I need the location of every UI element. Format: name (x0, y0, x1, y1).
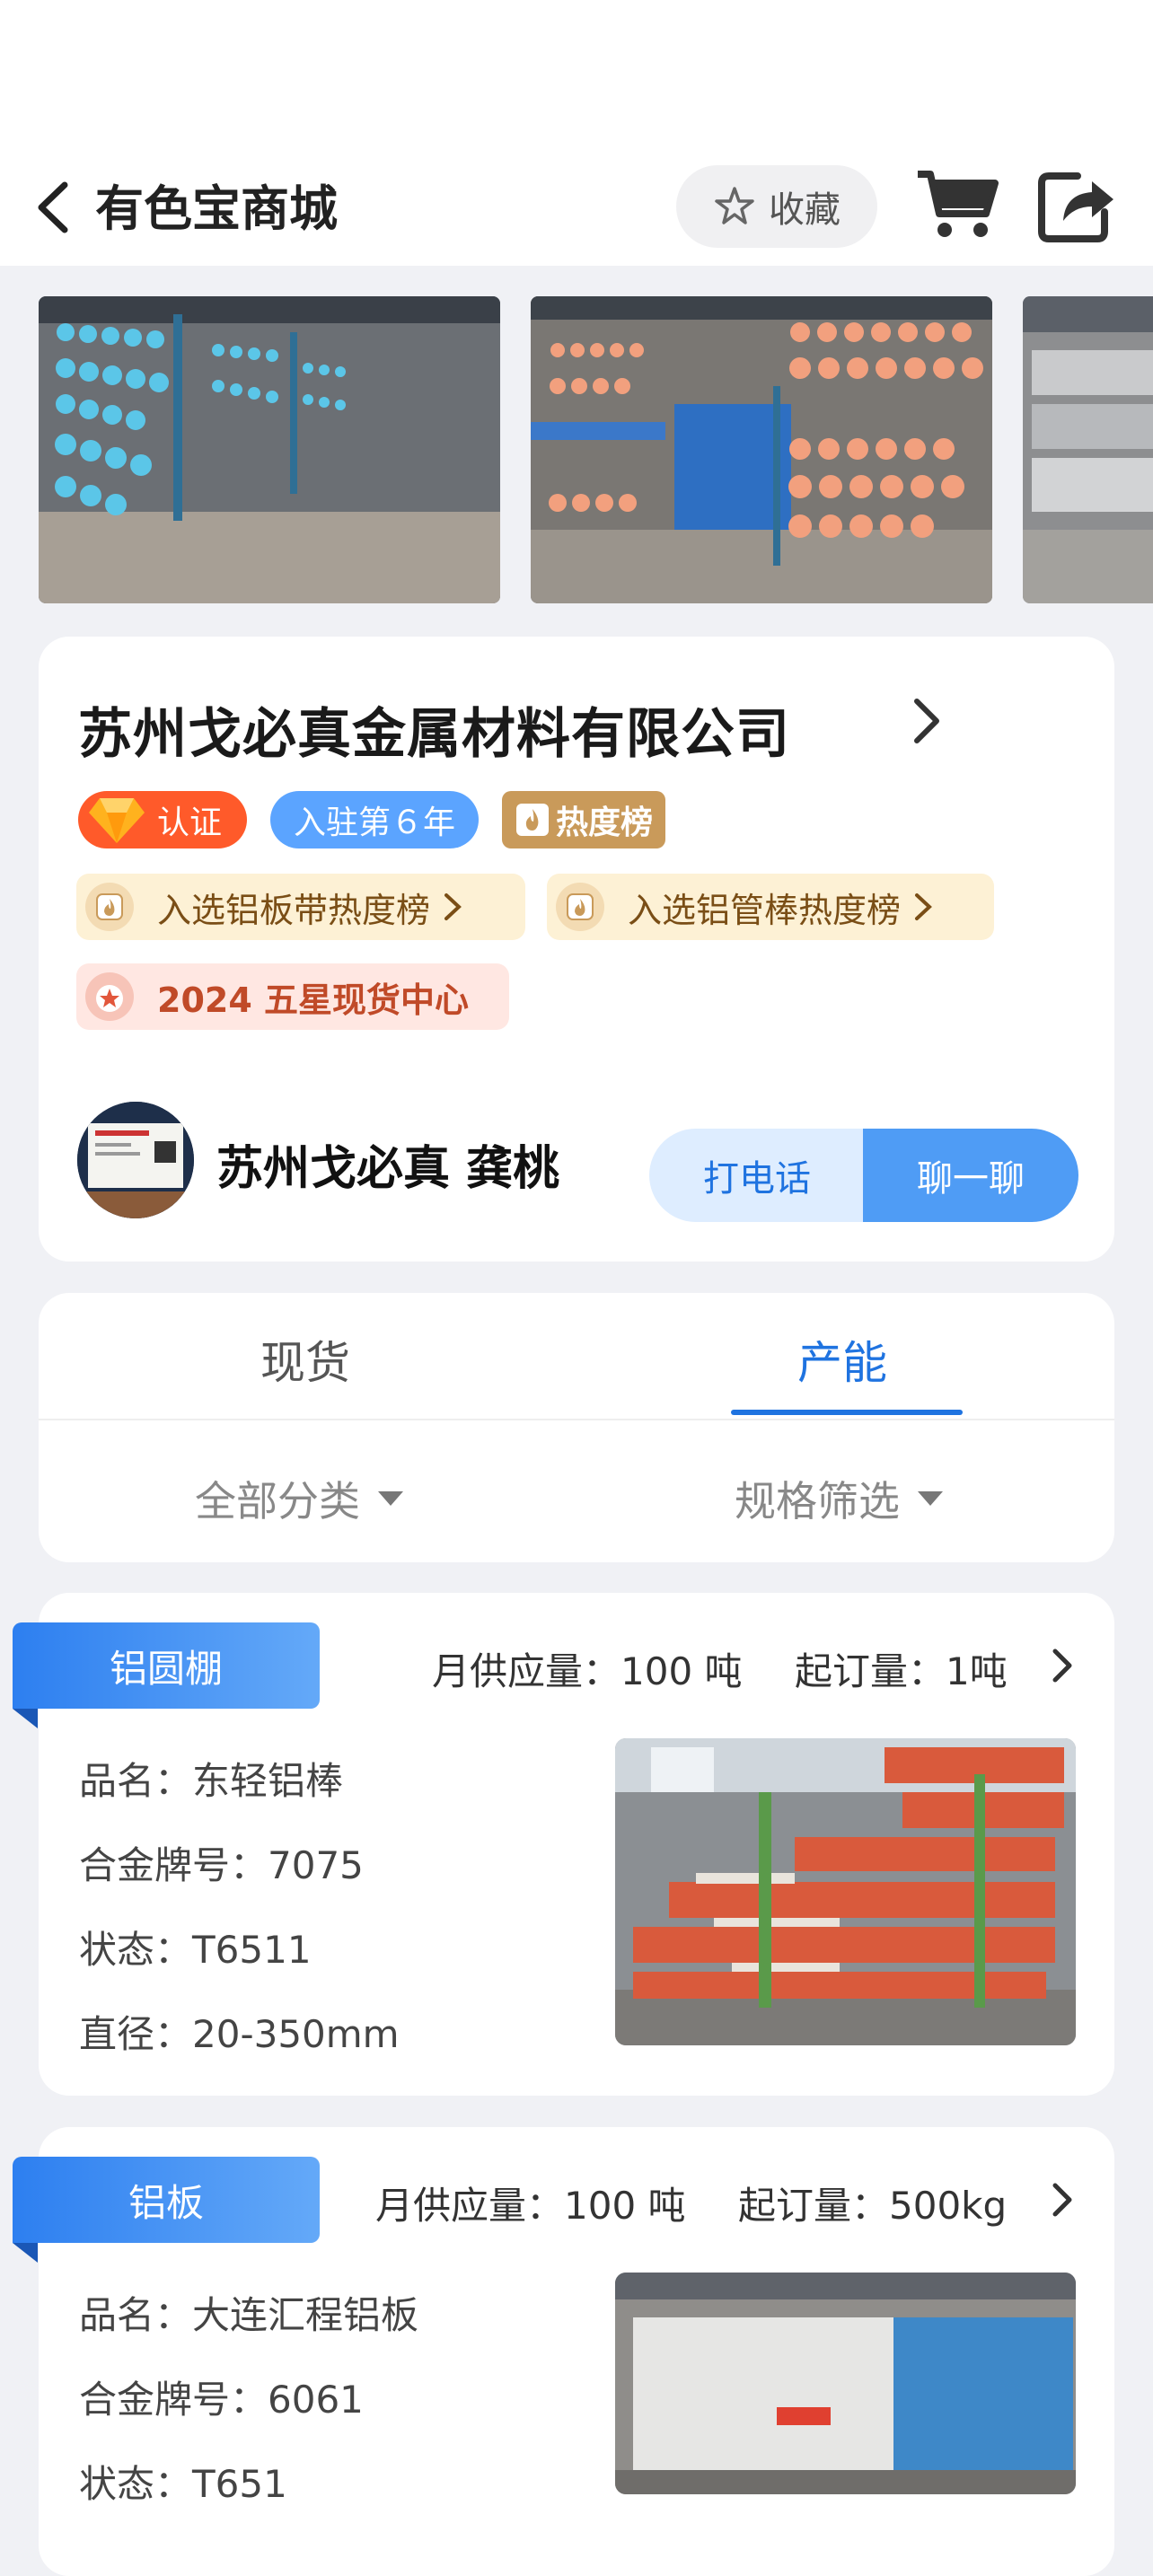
hot-rank-badge: 热度榜 (502, 791, 666, 848)
certified-badge: 认证 (78, 791, 248, 848)
back-chevron-icon[interactable] (34, 176, 70, 239)
tag-fold (13, 1709, 38, 1728)
company-card: 苏州戈必真金属材料有限公司 认证 入驻第６年 热度榜 入选铝板带热度榜 入选铝管… (39, 637, 1114, 1262)
spec-item: 品名：东轻铝棒 (79, 1759, 344, 1803)
aluminum-sheets-photo[interactable] (1023, 296, 1153, 603)
product-image[interactable] (615, 2273, 1076, 2494)
five-star-pill[interactable]: 2024 五星现货中心 (76, 963, 509, 1030)
caret-down-icon (378, 1491, 403, 1506)
chat-button[interactable]: 聊一聊 (863, 1129, 1078, 1222)
tag-fold (13, 2243, 38, 2263)
monthly-supply: 月供应量：100 吨 (375, 2184, 686, 2228)
spec-item: 品名：大连汇程铝板 (79, 2293, 419, 2337)
chevron-right-icon[interactable] (1051, 2181, 1074, 2219)
avatar[interactable] (77, 1102, 194, 1218)
rank-pill-tube[interactable]: 入选铝管棒热度榜 (547, 874, 994, 940)
star-icon (715, 187, 754, 224)
favorite-button[interactable]: 收藏 (676, 165, 877, 248)
tab-active-indicator (731, 1410, 963, 1415)
five-star-label: 2024 五星现货中心 (157, 980, 469, 1020)
category-tag: 铝圆棚 (13, 1622, 320, 1709)
category-filter[interactable]: 全部分类 (195, 1469, 403, 1528)
flame-icon (516, 804, 550, 836)
share-icon[interactable] (1036, 167, 1117, 242)
spec-filter-label: 规格筛选 (735, 1477, 900, 1525)
chevron-right-icon[interactable] (911, 696, 942, 746)
tab-spot[interactable]: 现货 (260, 1327, 350, 1392)
tab-capacity[interactable]: 产能 (797, 1327, 887, 1392)
min-order: 起订量：500kg (738, 2184, 1008, 2228)
flame-badge-icon (85, 883, 134, 931)
chevron-right-icon[interactable] (1051, 1647, 1074, 1684)
aluminum-bars-photo[interactable] (39, 296, 500, 603)
caret-down-icon (918, 1491, 943, 1506)
photo-carousel[interactable] (0, 296, 1153, 605)
rank-pill-plate[interactable]: 入选铝板带热度榜 (76, 874, 525, 940)
rank-pill-tube-label: 入选铝管棒热度榜 (628, 890, 902, 930)
favorite-label: 收藏 (769, 189, 841, 231)
star-medal-icon (85, 972, 134, 1021)
certified-label: 认证 (157, 804, 223, 841)
category-filter-label: 全部分类 (195, 1477, 360, 1525)
top-bar: 有色宝商城 收藏 (0, 0, 1153, 266)
spec-item: 直径：20-350mm (79, 2012, 400, 2056)
hot-rank-label: 热度榜 (556, 804, 654, 841)
spec-item: 状态：T6511 (79, 1928, 312, 1972)
tabs-card: 现货 产能 全部分类 规格筛选 (39, 1293, 1114, 1562)
rank-pill-plate-label: 入选铝板带热度榜 (157, 890, 431, 930)
chevron-right-icon (444, 893, 462, 920)
spec-item: 状态：T651 (79, 2462, 287, 2506)
chevron-right-icon (915, 893, 932, 920)
contact-name: 苏州戈必真 龚桃 (216, 1142, 560, 1196)
spec-filter[interactable]: 规格筛选 (735, 1469, 943, 1528)
page-title: 有色宝商城 (95, 180, 338, 237)
min-order: 起订量：1吨 (795, 1649, 1008, 1693)
divider (39, 1419, 1114, 1420)
category-tag: 铝板 (13, 2157, 320, 2243)
flame-badge-icon (556, 883, 604, 931)
product-image[interactable] (615, 1738, 1076, 2045)
years-badge: 入驻第６年 (270, 791, 480, 848)
company-name[interactable]: 苏州戈必真金属材料有限公司 (78, 690, 790, 769)
cart-icon[interactable] (914, 167, 999, 241)
aluminum-rods-photo[interactable] (531, 296, 992, 603)
badge-row: 认证 入驻第６年 热度榜 (78, 791, 666, 848)
diamond-icon (89, 798, 145, 843)
spec-item: 合金牌号：6061 (79, 2378, 364, 2422)
spec-item: 合金牌号：7075 (79, 1843, 364, 1887)
monthly-supply: 月供应量：100 吨 (432, 1649, 743, 1693)
call-button[interactable]: 打电话 (649, 1129, 865, 1222)
